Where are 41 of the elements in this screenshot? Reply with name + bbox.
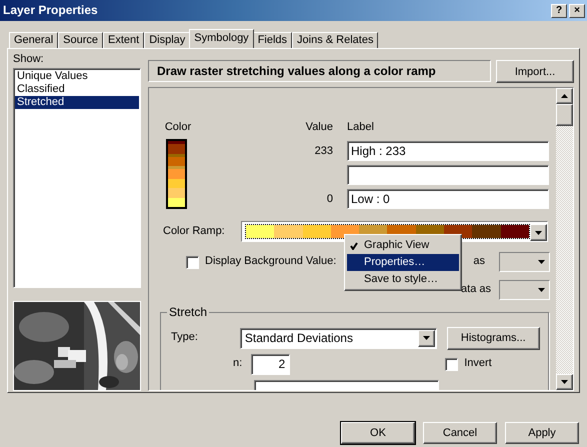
renderer-list[interactable]: Unique Values Classified Stretched <box>13 68 141 288</box>
show-label: Show: <box>13 53 45 66</box>
tab[interactable]: Source <box>58 32 103 48</box>
checkbox-label: Display Background Value: <box>205 255 336 269</box>
dialog-button[interactable]: Apply <box>505 422 579 444</box>
tab[interactable]: Extent <box>103 32 144 48</box>
color-heading: Color <box>164 121 192 135</box>
color-ramp-label: Color Ramp: <box>163 224 225 238</box>
tab[interactable]: Fields <box>252 32 292 48</box>
as-label: as <box>473 255 485 269</box>
list-item[interactable]: Classified <box>15 83 139 96</box>
label-field[interactable]: Low : 0 <box>347 189 549 209</box>
histograms-button[interactable]: Histograms... <box>446 326 540 350</box>
menu-item[interactable]: Graphic View <box>347 237 459 254</box>
checkbox-label: Invert <box>464 357 492 371</box>
dialog-button[interactable]: OK <box>341 422 415 444</box>
label-field[interactable]: High : 233 <box>347 141 549 161</box>
help-button[interactable]: ? <box>551 4 567 18</box>
label-heading: Label <box>347 121 374 133</box>
type-label: Type: <box>171 331 198 345</box>
menu-item[interactable]: Properties… <box>347 254 459 271</box>
menu-item[interactable]: Save to style… <box>347 271 459 288</box>
list-item[interactable]: Unique Values <box>15 70 139 84</box>
nodata-label: ata as <box>461 283 491 297</box>
n-label: n: <box>233 357 242 371</box>
window-title: Layer Properties <box>3 3 99 18</box>
n-field[interactable]: 2 <box>251 354 290 374</box>
close-button[interactable]: × <box>569 4 585 18</box>
import-button[interactable]: Import... <box>496 60 574 83</box>
tab[interactable]: Joins & Relates <box>292 32 378 48</box>
tab[interactable]: Display <box>144 32 190 48</box>
tab[interactable]: General <box>9 32 58 48</box>
value-text: 0 <box>326 193 333 205</box>
value-text: 233 <box>314 145 333 157</box>
group-title: Stretch <box>167 305 210 320</box>
description-text: Draw raster stretching values along a color ramp <box>148 60 491 82</box>
tab[interactable]: Symbology <box>189 29 254 48</box>
type-dropdown[interactable]: Standard Deviations <box>240 328 437 348</box>
list-item[interactable]: Stretched <box>15 96 139 110</box>
dialog-button[interactable]: Cancel <box>423 422 497 444</box>
value-heading: Value <box>306 121 333 133</box>
